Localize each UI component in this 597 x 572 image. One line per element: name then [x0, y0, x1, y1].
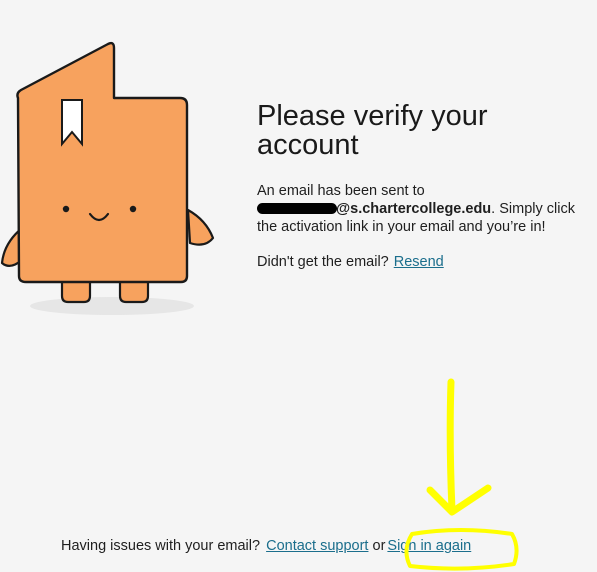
- footer-prefix: Having issues with your email?: [61, 538, 261, 554]
- verify-content: Please verify your account An email has …: [257, 102, 587, 270]
- sent-prefix: An email has been sent to: [257, 183, 425, 199]
- sign-in-again-link[interactable]: Sign in again: [387, 538, 471, 554]
- verify-page: Please verify your account An email has …: [0, 0, 597, 572]
- footer-help: Having issues with your email? Contact s…: [61, 538, 471, 554]
- footer-or: or: [372, 538, 386, 554]
- resend-prompt: Didn't get the email?: [257, 254, 389, 270]
- email-domain: @s.chartercollege.edu: [336, 201, 492, 217]
- email-sent-message: An email has been sent to @s.chartercoll…: [257, 182, 587, 236]
- page-title: Please verify your account: [257, 100, 488, 161]
- resend-row: Didn't get the email? Resend: [257, 254, 587, 270]
- contact-support-link[interactable]: Contact support: [266, 538, 368, 554]
- mascot-illustration: [0, 41, 215, 315]
- resend-link[interactable]: Resend: [394, 254, 444, 270]
- redacted-email-mark: [257, 203, 337, 214]
- annotation-arrow-icon: [446, 378, 456, 514]
